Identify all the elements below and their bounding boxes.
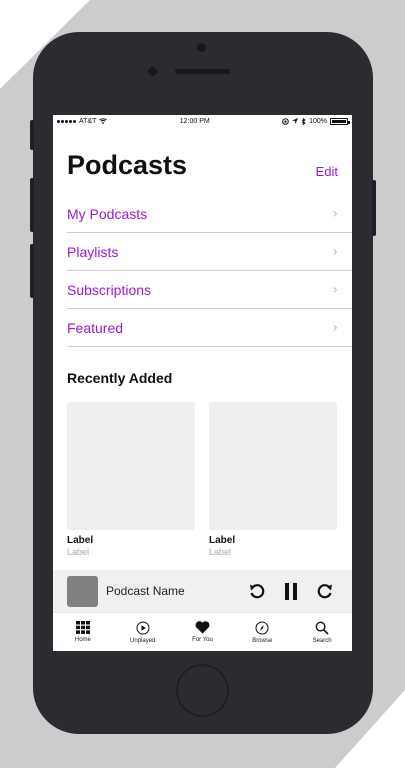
signal-icon: [57, 119, 76, 123]
search-icon: [315, 621, 329, 635]
chevron-right-icon: ›: [332, 281, 338, 298]
podcast-card[interactable]: Label Label: [209, 402, 337, 557]
pause-button[interactable]: [274, 577, 308, 605]
now-playing-title: Podcast Name: [106, 584, 185, 598]
rotation-lock-icon: [282, 117, 289, 125]
tab-unplayed[interactable]: Unplayed: [113, 613, 173, 651]
podcast-card-subtitle: Label: [67, 547, 90, 557]
front-camera: [197, 43, 206, 52]
carrier-label: AT&T: [79, 117, 97, 125]
tab-label: Home: [74, 637, 91, 643]
now-playing-artwork: [67, 575, 98, 607]
clock: 12:00 PM: [179, 117, 210, 125]
volume-up-button: [30, 178, 34, 232]
podcast-card-title: Label: [67, 535, 94, 546]
chevron-right-icon: ›: [332, 205, 338, 222]
menu-item-featured[interactable]: Featured ›: [67, 309, 352, 347]
section-title: Recently Added: [67, 370, 173, 386]
podcast-artwork: [209, 402, 337, 530]
library-menu: My Podcasts › Playlists › Subscriptions …: [67, 195, 352, 347]
chevron-right-icon: ›: [332, 243, 338, 260]
tab-label: For You: [192, 637, 213, 643]
menu-item-label: Featured: [67, 319, 124, 336]
mini-player[interactable]: Podcast Name: [53, 570, 352, 612]
forward-icon: [317, 584, 332, 599]
tab-bar: Home Unplayed For You Browse Search: [53, 612, 352, 651]
menu-item-label: My Podcasts: [67, 205, 148, 222]
wifi-icon: [99, 118, 108, 124]
menu-item-playlists[interactable]: Playlists ›: [67, 233, 352, 271]
menu-item-label: Playlists: [67, 243, 119, 260]
battery-icon: [330, 117, 350, 125]
location-icon: [292, 118, 299, 124]
tab-browse[interactable]: Browse: [232, 613, 292, 651]
menu-item-label: Subscriptions: [67, 281, 152, 298]
podcast-artwork: [67, 402, 195, 530]
podcast-card-title: Label: [209, 535, 236, 546]
podcast-card[interactable]: Label Label: [67, 402, 195, 557]
bluetooth-icon: [301, 117, 306, 125]
phone-screen: AT&T 12:00 PM 100% Podcasts Edit My Podc…: [53, 115, 352, 651]
podcast-card-subtitle: Label: [209, 547, 232, 557]
battery-percent: 100%: [309, 117, 327, 125]
power-button: [372, 180, 376, 236]
tab-for-you[interactable]: For You: [173, 613, 233, 651]
tab-home[interactable]: Home: [53, 613, 113, 651]
volume-down-button: [30, 244, 34, 298]
menu-item-my-podcasts[interactable]: My Podcasts ›: [67, 195, 352, 233]
mute-switch: [30, 120, 34, 150]
grid-icon: [75, 621, 90, 634]
menu-item-subscriptions[interactable]: Subscriptions ›: [67, 271, 352, 309]
rewind-button[interactable]: [240, 577, 274, 605]
chevron-right-icon: ›: [332, 319, 338, 336]
rewind-icon: [250, 584, 265, 599]
forward-button[interactable]: [308, 577, 342, 605]
pause-icon: [285, 582, 297, 600]
heart-icon: [195, 621, 210, 634]
earpiece-speaker: [175, 69, 230, 74]
status-bar: AT&T 12:00 PM 100%: [53, 115, 352, 127]
proximity-sensor: [148, 67, 157, 76]
tab-label: Unplayed: [130, 637, 156, 644]
page-title: Podcasts: [67, 150, 188, 180]
compass-icon: [255, 621, 269, 634]
tab-search[interactable]: Search: [292, 613, 352, 651]
tab-label: Browse: [252, 637, 273, 644]
tab-label: Search: [312, 637, 332, 644]
edit-button[interactable]: Edit: [316, 164, 338, 179]
play-circle-icon: [136, 621, 150, 634]
home-button[interactable]: [176, 664, 229, 717]
